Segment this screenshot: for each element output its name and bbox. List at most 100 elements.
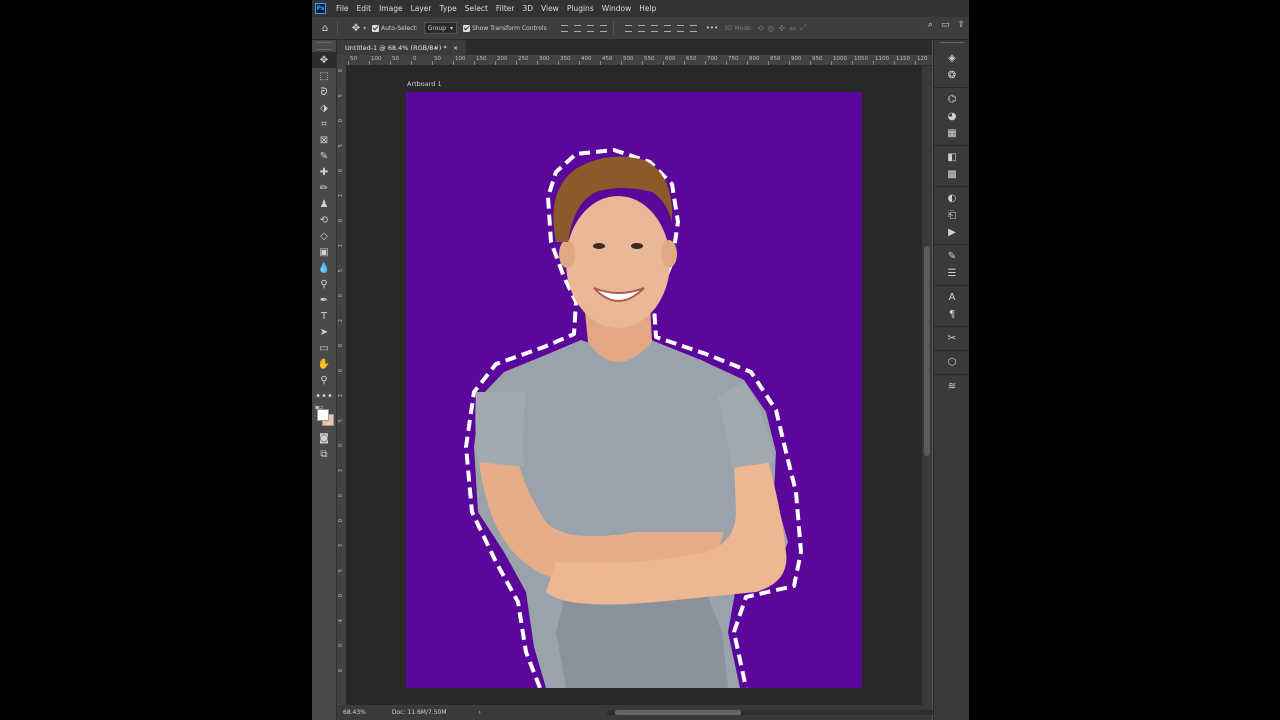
properties-icon[interactable]: ☰ [934, 265, 969, 282]
menu-plugins[interactable]: Plugins [563, 4, 598, 13]
scrollbar-thumb[interactable] [924, 246, 930, 456]
align-left-icon[interactable] [561, 24, 569, 32]
panel-grip[interactable] [940, 42, 964, 48]
menu-type[interactable]: Type [436, 4, 461, 13]
menu-filter[interactable]: Filter [492, 4, 519, 13]
history-brush-icon[interactable]: ⟲ [312, 212, 336, 228]
distribute-middle-icon[interactable] [677, 24, 685, 32]
distribute-right-icon[interactable] [651, 24, 659, 32]
auto-select-checkbox[interactable]: Auto-Select: [372, 24, 418, 32]
auto-select-dropdown[interactable]: Group ▾ [423, 22, 458, 34]
share-icon[interactable]: ⇪ [957, 20, 965, 30]
screen-mode-icon[interactable]: ⧉ [312, 446, 336, 462]
blur-tool-icon[interactable]: 💧 [312, 260, 336, 276]
align-top-icon[interactable] [600, 24, 608, 32]
align-center-icon[interactable] [574, 24, 582, 32]
menu-select[interactable]: Select [461, 4, 492, 13]
scrollbar-thumb[interactable] [615, 710, 741, 715]
home-icon[interactable]: ⌂ [318, 21, 332, 35]
foreground-color-swatch[interactable] [317, 409, 329, 421]
quick-mask-icon[interactable]: ◙ [312, 430, 336, 446]
show-transform-checkbox[interactable]: Show Transform Controls [463, 24, 547, 32]
hand-tool-icon[interactable]: ✋ [312, 356, 336, 372]
menu-layer[interactable]: Layer [407, 4, 436, 13]
divider [934, 350, 969, 351]
character-icon[interactable]: A [934, 289, 969, 306]
patterns-icon[interactable]: ▩ [934, 166, 969, 183]
move-tool-preset-icon[interactable]: ✥ [349, 21, 363, 35]
photoshop-logo-icon[interactable]: Ps [315, 3, 326, 14]
layers-icon[interactable]: ◈ [934, 50, 969, 67]
type-tool-icon[interactable]: T [312, 308, 336, 324]
menu-help[interactable]: Help [635, 4, 660, 13]
adjustments-icon[interactable]: ◐ [934, 190, 969, 207]
ruler-corner[interactable] [337, 55, 346, 65]
path-selection-icon[interactable]: ➤ [312, 324, 336, 340]
lasso-tool-icon[interactable]: ᘐ [312, 84, 336, 100]
menu-edit[interactable]: Edit [353, 4, 376, 13]
color-icon[interactable]: ◕ [934, 108, 969, 125]
3d-slide-icon[interactable]: ⇔ [789, 24, 796, 33]
eyedropper-icon[interactable]: ✎ [312, 148, 336, 164]
history-icon[interactable]: ⎗ [934, 207, 969, 224]
actions-icon[interactable]: ▶ [934, 224, 969, 241]
3d-scale-icon[interactable]: ⤢ [800, 23, 806, 33]
rectangular-marquee-icon[interactable]: ⬚ [312, 68, 336, 84]
panel-grip[interactable] [316, 42, 332, 50]
distribute-center-icon[interactable] [638, 24, 646, 32]
menu-image[interactable]: Image [375, 4, 407, 13]
artboard-label[interactable]: Artboard 1 [407, 80, 442, 88]
eraser-tool-icon[interactable]: ◇ [312, 228, 336, 244]
zoom-tool-icon[interactable]: ⚲ [312, 372, 336, 388]
distribute-top-icon[interactable] [664, 24, 672, 32]
menu-view[interactable]: View [537, 4, 563, 13]
canvas-area[interactable]: Artboard 1 [347, 66, 922, 705]
3d-panel-icon[interactable]: ⬡ [934, 354, 969, 371]
menu-window[interactable]: Window [598, 4, 636, 13]
document-info[interactable]: Doc: 11.6M/7.50M [392, 709, 447, 716]
gradients-icon[interactable]: ◧ [934, 149, 969, 166]
align-right-icon[interactable] [587, 24, 595, 32]
menu-file[interactable]: File [332, 4, 353, 13]
artboard[interactable] [406, 92, 862, 688]
close-icon[interactable]: × [453, 44, 458, 52]
vertical-scrollbar[interactable] [922, 66, 932, 705]
zoom-level[interactable]: 68.43% [337, 709, 372, 716]
dodge-tool-icon[interactable]: ⚲ [312, 276, 336, 292]
chevron-down-icon: ▾ [450, 24, 454, 32]
search-icon[interactable]: ⌕ [928, 20, 933, 30]
gradient-tool-icon[interactable]: ▣ [312, 244, 336, 260]
distribute-left-icon[interactable] [625, 24, 633, 32]
horizontal-ruler[interactable]: 50 100 50 0 50 100 150 200 250 300 350 400 450 500 550… [346, 55, 932, 66]
object-selection-icon[interactable]: ⬗ [312, 100, 336, 116]
move-tool-icon[interactable]: ✥ [312, 52, 336, 68]
distribute-bottom-icon[interactable] [690, 24, 698, 32]
paragraph-icon[interactable]: ¶ [934, 306, 969, 323]
brush-tool-icon[interactable]: ✏ [312, 180, 336, 196]
edit-toolbar-icon[interactable]: ••• [312, 388, 336, 404]
libraries-icon[interactable]: ≋ [934, 378, 969, 395]
rectangle-tool-icon[interactable]: ▭ [312, 340, 336, 356]
more-options-button[interactable]: ••• [706, 24, 718, 32]
chevron-right-icon[interactable]: › [479, 709, 481, 716]
crop-tool-icon[interactable]: ⌗ [312, 116, 336, 132]
clone-stamp-icon[interactable]: ♟ [312, 196, 336, 212]
swatches-icon[interactable]: ▦ [934, 125, 969, 142]
horizontal-scrollbar[interactable] [607, 710, 937, 715]
channels-icon[interactable]: ❂ [934, 67, 969, 84]
document-tab[interactable]: Untitled-1 @ 68.4% (RGB/8#) * × [337, 40, 467, 55]
chevron-down-icon[interactable]: ▾ [363, 25, 366, 32]
frame-tool-icon[interactable]: ⊠ [312, 132, 336, 148]
paths-icon[interactable]: ⌬ [934, 91, 969, 108]
3d-orbit-icon[interactable]: ⟲ [757, 24, 764, 33]
healing-brush-icon[interactable]: ✚ [312, 164, 336, 180]
workspace-icon[interactable]: ▭ [941, 20, 950, 30]
menu-3d[interactable]: 3D [518, 4, 537, 13]
pen-tool-icon[interactable]: ✒ [312, 292, 336, 308]
3d-roll-icon[interactable]: ◎ [768, 24, 775, 33]
ruler-tick [411, 61, 412, 65]
brush-settings-icon[interactable]: ✎ [934, 248, 969, 265]
tool-presets-icon[interactable]: ✂ [934, 330, 969, 347]
3d-pan-icon[interactable]: ✣ [779, 24, 786, 33]
vertical-ruler[interactable]: 0 5 0 5 0 1 0 1 5 0 2 0 0 2 5 0 3 0 0 3 5 0 4 0 0 [337, 65, 347, 705]
